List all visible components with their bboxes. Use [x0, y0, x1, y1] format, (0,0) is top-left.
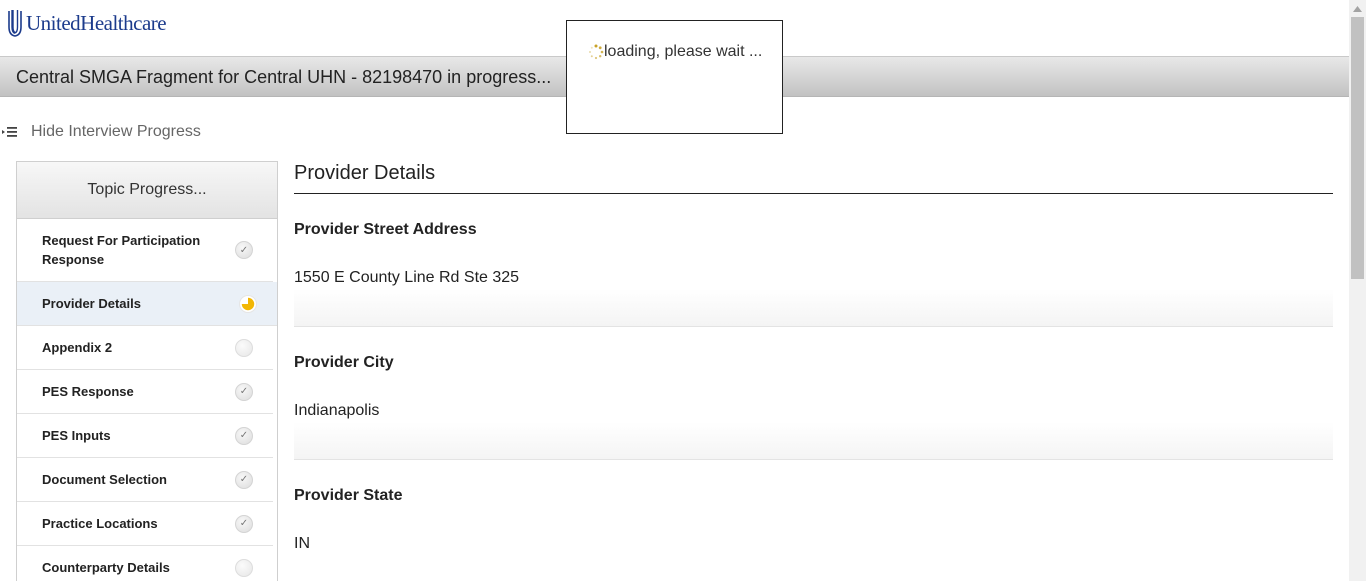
- complete-check-icon: ✓: [235, 426, 253, 445]
- in-progress-icon: [239, 294, 257, 313]
- topic-item-document-selection[interactable]: Document Selection ✓: [17, 458, 273, 502]
- topic-item-label: Request For Participation Response: [42, 233, 201, 267]
- field-divider: [294, 422, 1333, 460]
- topic-item-label: Practice Locations: [42, 516, 158, 531]
- provider-city-field: Provider City Indianapolis: [294, 354, 1333, 460]
- topic-item-appendix-2[interactable]: Appendix 2: [17, 326, 273, 370]
- complete-check-icon: ✓: [235, 382, 253, 401]
- loading-dialog: loading, please wait ...: [566, 20, 783, 134]
- field-value: Indianapolis: [294, 402, 380, 419]
- loading-spinner-icon: [589, 44, 604, 60]
- topic-item-practice-locations[interactable]: Practice Locations ✓: [17, 502, 273, 546]
- complete-check-icon: ✓: [235, 514, 253, 533]
- topic-item-request-for-participation-response[interactable]: Request For Participation Response ✓: [17, 219, 273, 282]
- field-label: Provider State: [294, 487, 403, 504]
- complete-check-icon: ✓: [235, 470, 253, 489]
- menu-collapse-icon: [2, 127, 17, 137]
- shield-logo-icon: [8, 10, 22, 37]
- field-divider: [294, 289, 1333, 327]
- topic-progress-panel: Topic Progress... Request For Participat…: [16, 161, 278, 581]
- scroll-up-arrow-icon[interactable]: [1349, 0, 1366, 17]
- complete-check-icon: ✓: [235, 241, 253, 259]
- not-started-circle-icon: [235, 558, 253, 577]
- loading-text: loading, please wait ...: [604, 43, 763, 60]
- provider-street-address-field: Provider Street Address 1550 E County Li…: [294, 221, 1333, 327]
- topic-item-label: PES Response: [42, 384, 134, 399]
- hide-interview-progress-label: Hide Interview Progress: [31, 123, 201, 140]
- topic-item-label: Provider Details: [42, 296, 141, 311]
- field-value: IN: [294, 535, 310, 552]
- topic-item-label: Document Selection: [42, 472, 167, 487]
- topic-item-label: Appendix 2: [42, 340, 113, 355]
- not-started-circle-icon: [235, 338, 253, 357]
- topic-item-provider-details[interactable]: Provider Details: [17, 282, 277, 326]
- topic-item-counterparty-details[interactable]: Counterparty Details: [17, 546, 273, 581]
- main-content: Provider Details Provider Street Address…: [294, 158, 1333, 553]
- field-label: Provider Street Address: [294, 221, 477, 238]
- topic-item-label: Counterparty Details: [42, 560, 170, 575]
- section-title: Provider Details: [294, 158, 1333, 194]
- topic-item-pes-inputs[interactable]: PES Inputs ✓: [17, 414, 273, 458]
- topic-progress-header: Topic Progress...: [17, 162, 277, 219]
- brand-name: UnitedHealthcare: [26, 10, 167, 35]
- hide-interview-progress-toggle[interactable]: Hide Interview Progress: [2, 123, 201, 141]
- scrollbar-thumb[interactable]: [1351, 17, 1364, 279]
- provider-state-field: Provider State IN: [294, 487, 1333, 553]
- field-value: 1550 E County Line Rd Ste 325: [294, 269, 520, 286]
- brand-logo[interactable]: UnitedHealthcare: [8, 9, 167, 37]
- page-title: Central SMGA Fragment for Central UHN - …: [16, 67, 552, 87]
- topic-item-label: PES Inputs: [42, 428, 111, 443]
- field-label: Provider City: [294, 354, 394, 371]
- topic-item-pes-response[interactable]: PES Response ✓: [17, 370, 273, 414]
- vertical-scrollbar[interactable]: [1349, 0, 1366, 581]
